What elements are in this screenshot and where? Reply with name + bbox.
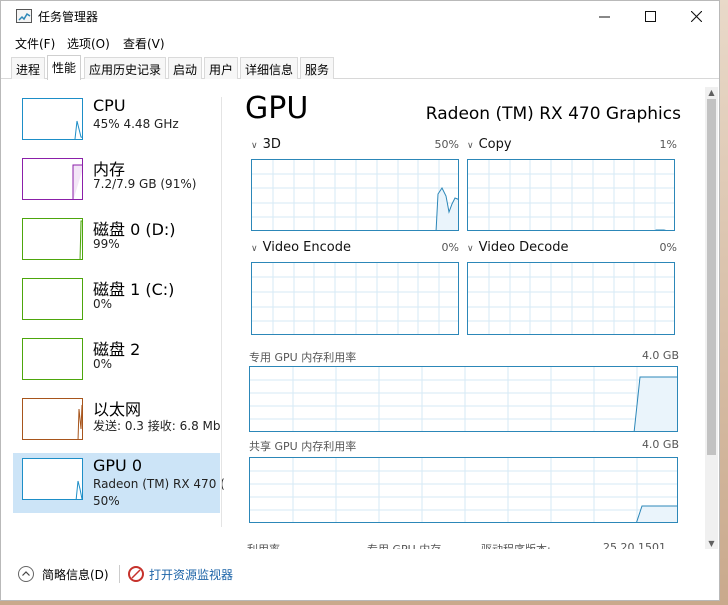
gpu-detail-panel: GPU Radeon (TM) RX 470 Graphics ∨ 3D 50% …: [241, 91, 711, 549]
disk-2-thumbnail: [22, 338, 83, 380]
title-bar: 任务管理器: [1, 1, 719, 31]
open-resource-monitor-link[interactable]: 打开资源监视器: [149, 566, 233, 583]
dedicated-memory-label: 专用 GPU 内存利用率: [249, 351, 357, 364]
disk-0-thumbnail: [22, 218, 83, 260]
menu-options[interactable]: 选项(O): [67, 35, 110, 52]
engine-selector-3d[interactable]: ∨ 3D: [251, 137, 281, 152]
page-title: GPU: [245, 91, 309, 126]
graph-shared-memory: [249, 457, 678, 523]
graph-dedicated-memory: [249, 366, 678, 432]
memory-thumbnail: [22, 158, 83, 200]
chevron-down-icon: ∨: [467, 244, 474, 254]
tab-app-history[interactable]: 应用历史记录: [84, 57, 167, 79]
sidebar-item-subtitle: 0%: [93, 357, 113, 371]
resource-monitor-icon: [128, 566, 144, 582]
sidebar-item-memory[interactable]: 内存 7.2/7.9 GB (91%): [13, 153, 220, 213]
engine-selector-video-decode[interactable]: ∨ Video Decode: [467, 240, 569, 255]
engine-label: 3D: [262, 137, 281, 152]
engine-label: Copy: [478, 137, 512, 152]
menu-bar: 文件(F) 选项(O) 查看(V): [1, 31, 719, 53]
shared-memory-label: 共享 GPU 内存利用率: [249, 440, 357, 453]
tab-details[interactable]: 详细信息: [240, 57, 299, 79]
engine-label: Video Decode: [478, 240, 569, 255]
sidebar-item-disk-2[interactable]: 磁盘 2 0%: [13, 333, 220, 393]
fewer-details-link[interactable]: 简略信息(D): [42, 566, 109, 583]
sidebar-item-subtitle: 45% 4.48 GHz: [93, 117, 179, 131]
close-button[interactable]: [673, 1, 719, 31]
chevron-down-icon: ∨: [251, 141, 258, 151]
engine-percent: 50%: [434, 138, 459, 151]
sidebar-item-usage: 50%: [93, 494, 120, 508]
graph-video-decode: [467, 262, 675, 335]
task-manager-icon: [16, 9, 32, 23]
vertical-scrollbar[interactable]: ▲ ▼: [705, 87, 718, 549]
sidebar-item-subtitle: Radeon (TM) RX 470 (: [93, 477, 225, 491]
graph-copy: [467, 159, 675, 231]
tab-bar: 进程 性能 应用历史记录 启动 用户 详细信息 服务: [1, 55, 719, 80]
sidebar-item-title: GPU 0: [93, 456, 143, 475]
graph-video-encode: [251, 262, 459, 335]
engine-selector-copy[interactable]: ∨ Copy: [467, 137, 512, 152]
sidebar-item-subtitle: 发送: 0.3 接收: 6.8 Mb: [93, 419, 221, 433]
scroll-down-icon[interactable]: ▼: [705, 538, 718, 549]
tab-processes[interactable]: 进程: [11, 57, 46, 79]
sidebar-item-disk-1[interactable]: 磁盘 1 (C:) 0%: [13, 273, 220, 333]
performance-sidebar: CPU 45% 4.48 GHz 内存 7.2/7.9 GB (91%) 磁盘 …: [13, 93, 225, 519]
tab-users[interactable]: 用户: [204, 57, 239, 79]
shared-memory-capacity: 4.0 GB: [641, 438, 679, 451]
tab-services[interactable]: 服务: [300, 57, 335, 79]
maximize-icon: [644, 10, 656, 22]
tab-startup[interactable]: 启动: [168, 57, 203, 79]
sidebar-item-subtitle: 0%: [93, 297, 113, 311]
footer-bar: 简略信息(D) 打开资源监视器: [1, 557, 719, 593]
close-icon: [690, 10, 702, 22]
maximize-button[interactable]: [627, 1, 673, 31]
gpu-model-name: Radeon (TM) RX 470 Graphics: [425, 104, 681, 124]
stat-driver-version-label: 驱动程序版本:: [481, 541, 551, 549]
minimize-button[interactable]: [581, 1, 627, 31]
gpu-thumbnail: [22, 458, 83, 500]
sidebar-divider: [221, 97, 222, 527]
stat-utilization-label: 利用率: [247, 541, 280, 549]
window-title: 任务管理器: [38, 10, 99, 24]
minimize-icon: [598, 16, 610, 17]
task-manager-window: 任务管理器 文件(F) 选项(O) 查看(V) 进程 性能 应用历史记录 启动 …: [0, 0, 720, 601]
chevron-down-icon: ∨: [251, 244, 258, 254]
dedicated-memory-capacity: 4.0 GB: [641, 349, 679, 362]
ethernet-thumbnail: [22, 398, 83, 440]
tab-performance[interactable]: 性能: [47, 55, 82, 80]
engine-percent: 0%: [441, 241, 459, 254]
sidebar-item-subtitle: 7.2/7.9 GB (91%): [93, 177, 197, 191]
menu-file[interactable]: 文件(F): [15, 35, 55, 52]
chevron-down-icon: ∨: [467, 141, 474, 151]
engine-percent: 1%: [659, 138, 677, 151]
stat-driver-version-value: 25.20.1501: [603, 541, 666, 549]
sidebar-item-title: CPU: [93, 96, 126, 115]
sidebar-item-subtitle: 99%: [93, 237, 120, 251]
cpu-thumbnail: [22, 98, 83, 140]
sidebar-item-ethernet[interactable]: 以太网 发送: 0.3 接收: 6.8 Mb: [13, 393, 220, 453]
footer-separator: [119, 565, 120, 583]
sidebar-item-gpu-0[interactable]: GPU 0 Radeon (TM) RX 470 ( 50%: [13, 453, 225, 513]
engine-selector-video-encode[interactable]: ∨ Video Encode: [251, 240, 351, 255]
scroll-up-icon[interactable]: ▲: [705, 87, 718, 98]
sidebar-item-disk-0[interactable]: 磁盘 0 (D:) 99%: [13, 213, 220, 273]
engine-percent: 0%: [659, 241, 677, 254]
menu-view[interactable]: 查看(V): [123, 35, 165, 52]
sidebar-item-cpu[interactable]: CPU 45% 4.48 GHz: [13, 93, 220, 153]
scrollbar-thumb[interactable]: [707, 99, 716, 455]
disk-1-thumbnail: [22, 278, 83, 320]
stat-dedicated-memory-label: 专用 GPU 内存: [367, 541, 441, 549]
engine-label: Video Encode: [262, 240, 351, 255]
graph-3d: [251, 159, 459, 231]
collapse-chevron-up-icon[interactable]: [18, 566, 34, 582]
